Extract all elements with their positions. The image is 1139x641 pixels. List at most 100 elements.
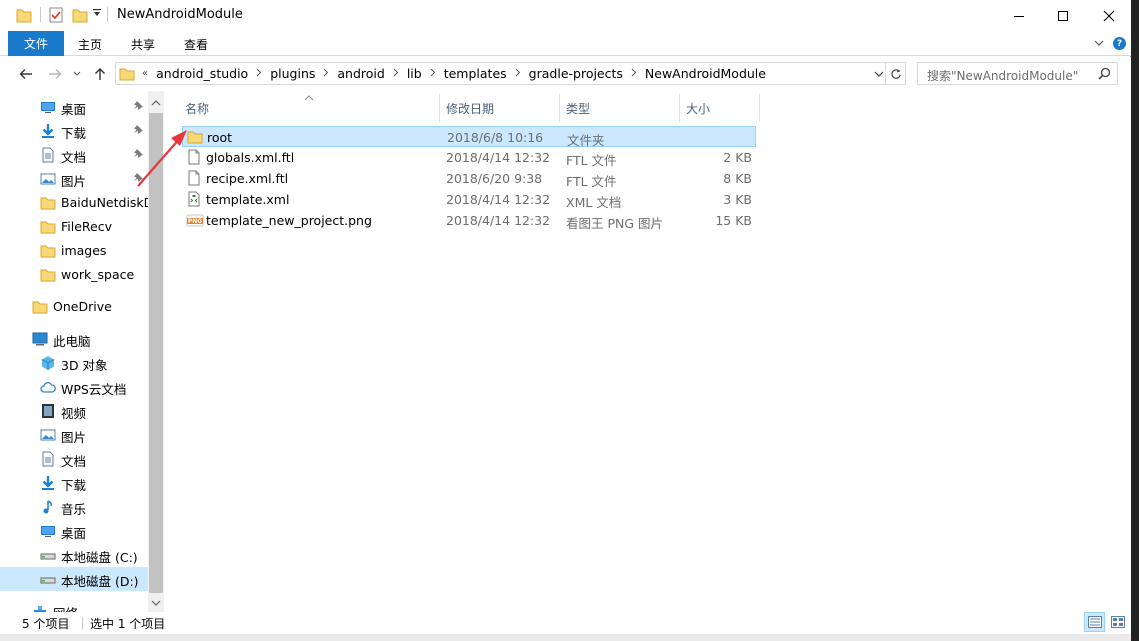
column-header-size[interactable]: 大小 (686, 96, 710, 120)
file-name: template.xml (206, 192, 290, 207)
breadcrumb-item[interactable]: android (335, 66, 386, 81)
breadcrumb-item[interactable]: android_studio (154, 66, 250, 81)
navigation-pane: 桌面 下载 文档 图片 BaiduNetdiskD FileRecv images work_… (0, 91, 164, 612)
sidebar-item[interactable]: 音乐 (0, 495, 148, 519)
breadcrumb-chevron-icon[interactable] (250, 68, 268, 80)
toolbar-separator (40, 7, 41, 22)
search-icon[interactable] (1098, 67, 1111, 83)
desktop-icon (40, 99, 56, 115)
sidebar-item[interactable]: images (0, 239, 148, 263)
column-header-type[interactable]: 类型 (566, 96, 590, 120)
breadcrumb-item[interactable]: NewAndroidModule (643, 66, 768, 81)
breadcrumb-chevron-icon[interactable] (424, 68, 442, 80)
sidebar-item[interactable]: 视频 (0, 399, 148, 423)
breadcrumb-chevron-icon[interactable] (317, 68, 335, 80)
tab-share[interactable]: 共享 (131, 36, 155, 53)
breadcrumb-item[interactable]: plugins (268, 66, 317, 81)
sidebar-item[interactable]: OneDrive (0, 295, 148, 319)
new-folder-icon[interactable] (72, 6, 88, 24)
sidebar-item[interactable]: WPS云文档 (0, 375, 148, 399)
breadcrumb-item[interactable]: gradle-projects (527, 66, 625, 81)
download-icon (40, 475, 56, 491)
quick-access-dropdown-icon[interactable] (92, 8, 102, 21)
sidebar-item[interactable]: 下载 (0, 119, 148, 143)
breadcrumb-chevron-icon[interactable] (625, 68, 643, 80)
sidebar-item[interactable]: BaiduNetdiskD (0, 191, 153, 215)
sidebar-item[interactable]: 文档 (0, 447, 148, 471)
network-icon (32, 603, 48, 612)
breadcrumb-overflow[interactable]: « (140, 68, 154, 79)
scroll-down-icon[interactable] (151, 596, 161, 610)
sidebar-item[interactable]: 本地磁盘 (D:) (0, 567, 148, 591)
search-input[interactable]: 搜索"NewAndroidModule" (917, 62, 1118, 85)
large-icons-view-button[interactable] (1107, 612, 1128, 632)
column-divider[interactable] (559, 94, 560, 122)
sidebar-item[interactable]: 文档 (0, 143, 148, 167)
large-icons-view-icon (1110, 616, 1125, 628)
minimize-button[interactable] (996, 0, 1042, 31)
scrollbar-thumb[interactable] (149, 113, 163, 593)
back-arrow-icon[interactable] (18, 66, 34, 82)
address-history-chevron-icon[interactable] (874, 68, 884, 82)
file-size: 2 KB (723, 150, 752, 165)
sidebar-item[interactable]: 下载 (0, 471, 148, 495)
sidebar-item[interactable]: 此电脑 (0, 327, 148, 351)
file-modified-date: 2018/4/14 12:32 (446, 150, 551, 165)
sidebar-item-label: 此电脑 (53, 334, 91, 349)
up-arrow-icon[interactable] (92, 66, 108, 82)
sidebar-item[interactable]: 桌面 (0, 519, 148, 543)
sidebar-item-label: 音乐 (61, 502, 87, 517)
tab-view[interactable]: 查看 (184, 36, 208, 53)
folder-icon (119, 66, 135, 85)
tab-home[interactable]: 主页 (78, 36, 102, 53)
help-icon[interactable]: ? (1113, 37, 1126, 50)
pictures-icon (40, 171, 56, 187)
item-count: 5 个项目 (22, 617, 70, 631)
png-file-icon: PNG (186, 212, 204, 228)
file-row[interactable]: template.xml 2018/4/14 12:32 XML 文档 3 KB (182, 189, 756, 210)
sidebar-item[interactable]: 3D 对象 (0, 351, 148, 375)
file-row[interactable]: root 2018/6/8 10:16 文件夹 (182, 126, 756, 148)
details-view-icon (1087, 616, 1102, 628)
folder-icon[interactable] (16, 6, 32, 24)
column-header-date[interactable]: 修改日期 (446, 96, 494, 120)
maximize-button[interactable] (1040, 0, 1086, 31)
pin-icon[interactable] (133, 100, 144, 114)
file-modified-date: 2018/6/8 10:16 (447, 130, 544, 145)
column-divider[interactable] (679, 94, 680, 122)
file-row[interactable]: globals.xml.ftl 2018/4/14 12:32 FTL 文件 2 KB (182, 147, 756, 168)
breadcrumb-item[interactable]: lib (405, 66, 424, 81)
sidebar-item[interactable]: 网络 (0, 599, 148, 612)
scroll-up-icon[interactable] (151, 96, 161, 110)
tab-file[interactable]: 文件 (8, 31, 64, 56)
breadcrumb-item[interactable]: templates (442, 66, 509, 81)
forward-arrow-icon[interactable] (47, 66, 63, 82)
sidebar-item[interactable]: 本地磁盘 (C:) (0, 543, 148, 567)
properties-icon[interactable] (48, 6, 64, 24)
sidebar-item-label: 网络 (53, 603, 78, 612)
details-view-button[interactable] (1084, 612, 1105, 632)
refresh-button[interactable] (886, 62, 906, 85)
sidebar-item[interactable]: 图片 (0, 167, 148, 191)
pin-icon[interactable] (133, 124, 144, 138)
sort-ascending-icon (304, 90, 314, 104)
chevron-down-icon[interactable] (1093, 37, 1105, 52)
sidebar-item[interactable]: FileRecv (0, 215, 148, 239)
file-row[interactable]: recipe.xml.ftl 2018/6/20 9:38 FTL 文件 8 KB (182, 168, 756, 189)
column-header-name[interactable]: 名称 (185, 96, 209, 120)
file-icon (186, 149, 202, 165)
breadcrumb-chevron-icon[interactable] (387, 68, 405, 80)
file-row[interactable]: PNG template_new_project.png 2018/4/14 12:… (182, 210, 756, 231)
column-divider[interactable] (439, 94, 440, 122)
pin-icon[interactable] (133, 148, 144, 162)
sidebar-item[interactable]: 桌面 (0, 95, 148, 119)
sidebar-item[interactable]: work_space (0, 263, 148, 287)
sidebar-item[interactable]: 图片 (0, 423, 148, 447)
close-button[interactable] (1086, 0, 1132, 31)
pin-icon[interactable] (133, 172, 144, 186)
column-divider[interactable] (759, 94, 760, 122)
sidebar-scrollbar[interactable] (148, 91, 164, 612)
breadcrumb-chevron-icon[interactable] (509, 68, 527, 80)
recent-locations-chevron-icon[interactable] (72, 66, 82, 82)
address-bar[interactable]: « android_studio plugins android lib templat… (115, 62, 886, 85)
